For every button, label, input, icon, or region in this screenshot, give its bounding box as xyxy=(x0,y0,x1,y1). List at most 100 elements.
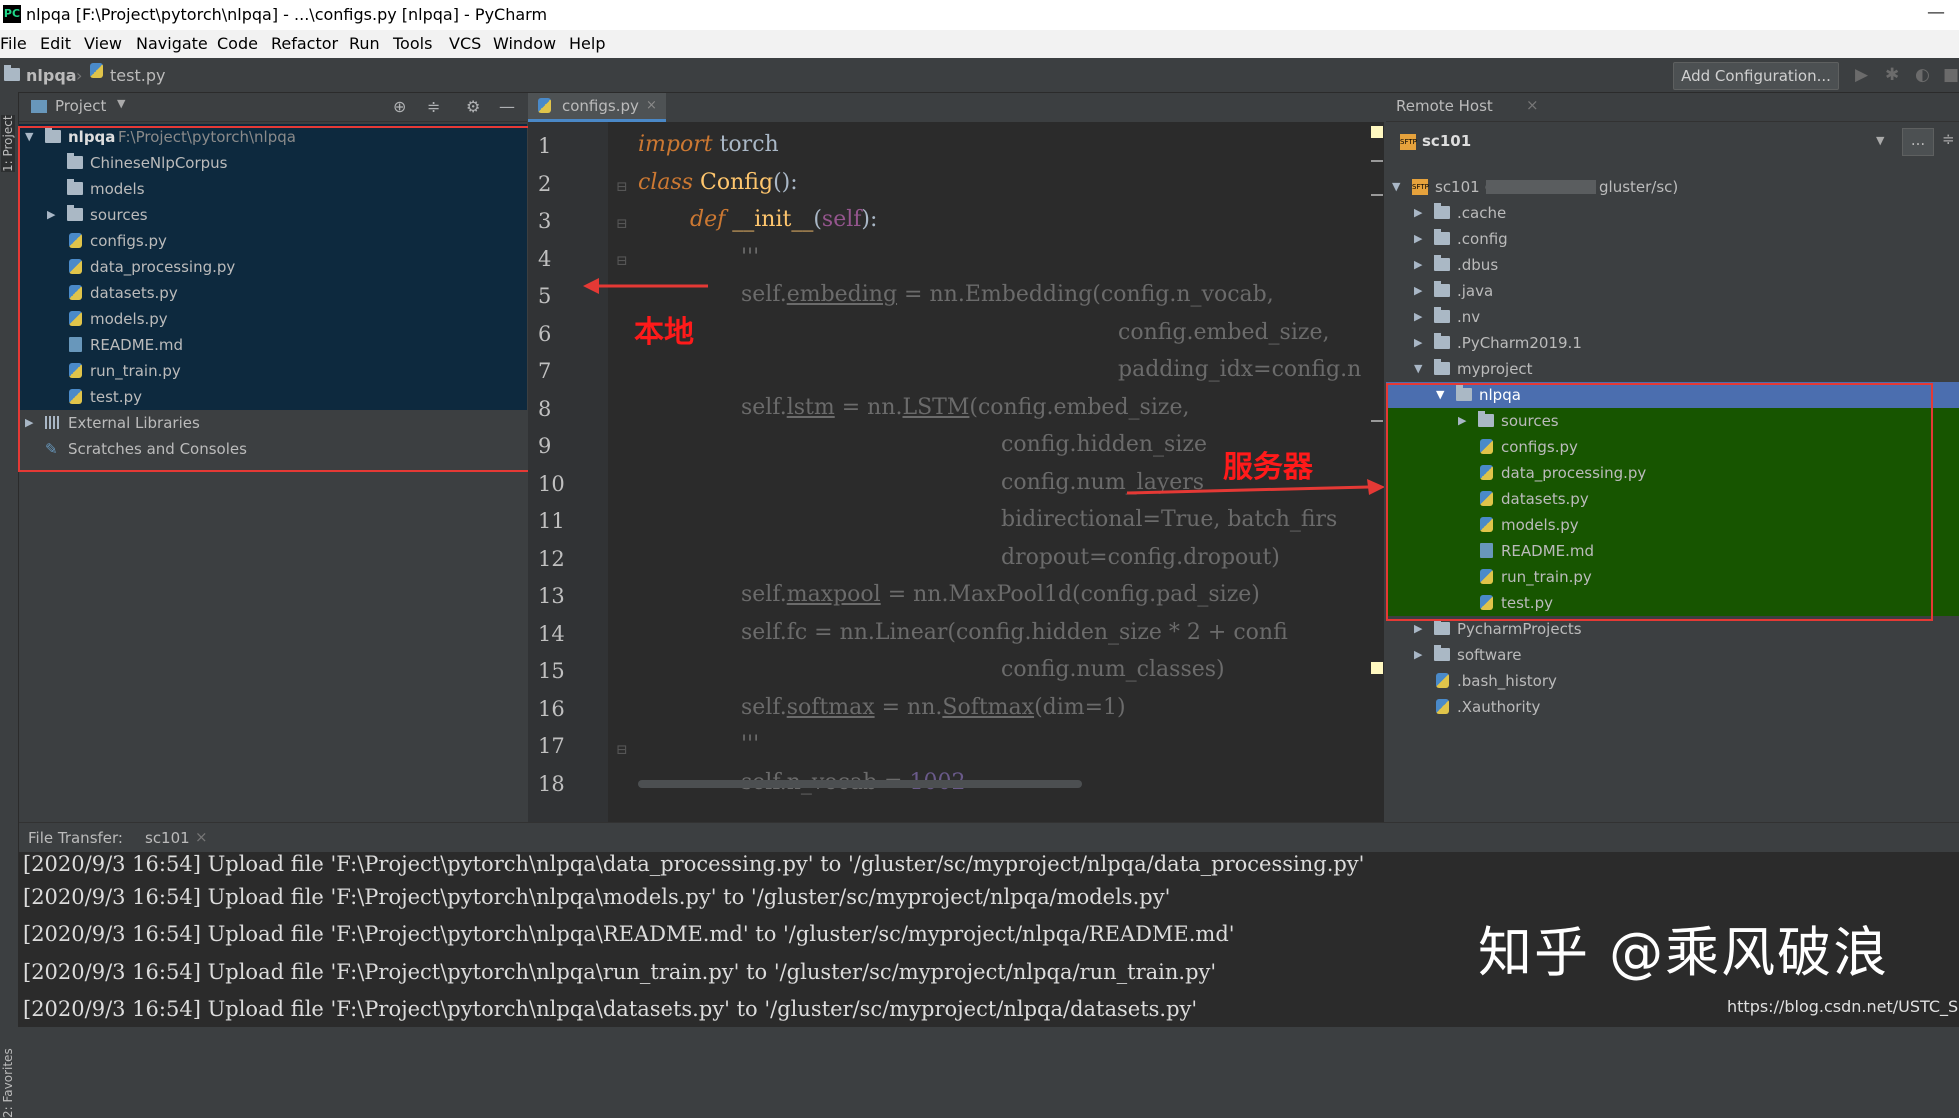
editor-tabs: configs.py × xyxy=(528,93,1384,123)
server-select[interactable]: sc101 xyxy=(1422,132,1471,150)
tab-configs-py[interactable]: configs.py × xyxy=(528,93,666,122)
server-highlight-box xyxy=(1386,383,1933,621)
chevron-right-icon[interactable]: ▶ xyxy=(1414,304,1422,330)
debug-icon[interactable]: ✱ xyxy=(1885,65,1899,85)
line-number: 3 xyxy=(538,209,552,233)
remote-tree-item[interactable]: ▶ .nv xyxy=(1386,304,1959,330)
code-line-15: config.num_classes) xyxy=(1001,657,1225,682)
locate-icon[interactable]: ⊕ xyxy=(393,97,406,116)
fold-icon[interactable]: ⊟ xyxy=(616,216,628,232)
folder-icon xyxy=(1434,359,1450,375)
line-number: 12 xyxy=(538,547,565,571)
horizontal-scrollbar[interactable] xyxy=(638,780,1082,788)
project-view-label[interactable]: Project xyxy=(55,97,106,115)
chevron-right-icon[interactable]: ▶ xyxy=(1414,330,1422,356)
stop-icon[interactable]: ■ xyxy=(1943,65,1959,85)
remote-tree-item[interactable]: ▶ .java xyxy=(1386,278,1959,304)
fold-icon[interactable]: ⊟ xyxy=(616,253,628,269)
chevron-down-icon[interactable]: ▼ xyxy=(1876,134,1884,147)
tree-item-label: myproject xyxy=(1457,360,1533,378)
line-number: 18 xyxy=(538,772,565,796)
menu-tools[interactable]: Tools xyxy=(393,34,432,53)
chevron-right-icon[interactable]: ▶ xyxy=(1414,226,1422,252)
tab-sc101[interactable]: sc101 xyxy=(145,829,190,847)
tree-item-label: .dbus xyxy=(1457,256,1499,274)
remote-root[interactable]: ▼ SFTP sc101 ( gluster/sc) xyxy=(1386,174,1959,200)
remote-tree-item[interactable]: .Xauthority xyxy=(1386,694,1959,720)
scroll-marker-icon xyxy=(1371,420,1383,422)
remote-tree-item[interactable]: ▼ myproject xyxy=(1386,356,1959,382)
add-configuration-button[interactable]: Add Configuration... xyxy=(1673,62,1839,90)
collapse-all-icon[interactable]: ≑ xyxy=(427,97,440,116)
menu-code[interactable]: Code xyxy=(217,34,258,53)
title-bar: PC nlpqa [F:\Project\pytorch\nlpqa] - ..… xyxy=(0,0,1959,30)
file-icon xyxy=(1436,673,1449,688)
fold-icon[interactable]: ⊟ xyxy=(616,179,628,195)
file-icon xyxy=(1436,699,1449,714)
log-line: [2020/9/3 16:54] Upload file 'F:\Project… xyxy=(23,960,1217,984)
folder-icon xyxy=(1434,203,1450,219)
menu-help[interactable]: Help xyxy=(569,34,605,53)
line-number: 15 xyxy=(538,659,565,683)
menu-view[interactable]: View xyxy=(84,34,122,53)
menu-edit[interactable]: Edit xyxy=(40,34,71,53)
line-number: 7 xyxy=(538,359,552,383)
annotation-local: 本地 xyxy=(634,315,694,350)
favorites-tool-tab[interactable]: 2: Favorites xyxy=(1,1048,15,1118)
remote-tree-item[interactable]: ▶ software xyxy=(1386,642,1959,668)
menu-refactor[interactable]: Refactor xyxy=(271,34,338,53)
folder-icon xyxy=(1434,307,1450,323)
local-highlight-box xyxy=(18,126,541,472)
close-icon[interactable]: × xyxy=(1526,96,1539,114)
hide-panel-icon[interactable]: — xyxy=(499,97,515,116)
menu-navigate[interactable]: Navigate xyxy=(136,34,208,53)
chevron-right-icon[interactable]: ▶ xyxy=(1414,642,1422,668)
minimize-button[interactable]: — xyxy=(1927,2,1945,23)
menu-vcs[interactable]: VCS xyxy=(449,34,481,53)
redacted-host-mask xyxy=(1486,180,1596,194)
remote-tree-item[interactable]: .bash_history xyxy=(1386,668,1959,694)
menu-bar: File Edit View Navigate Code Refactor Ru… xyxy=(0,30,1959,58)
source-url: https://blog.csdn.net/USTC_SC xyxy=(1727,997,1959,1016)
line-number: 13 xyxy=(538,584,565,608)
chevron-right-icon[interactable]: ▶ xyxy=(1414,200,1422,226)
line-number: 4 xyxy=(538,247,552,271)
line-number: 10 xyxy=(538,472,565,496)
remote-tree-item[interactable]: ▶ .PyCharm2019.1 xyxy=(1386,330,1959,356)
chevron-down-icon[interactable]: ▼ xyxy=(1414,356,1422,382)
breadcrumb-project[interactable]: nlpqa xyxy=(26,66,77,85)
chevron-right-icon[interactable]: ▶ xyxy=(1414,252,1422,278)
folder-icon xyxy=(1434,255,1450,271)
breadcrumb-file[interactable]: test.py xyxy=(110,66,165,85)
close-icon[interactable]: × xyxy=(646,93,657,119)
close-icon[interactable]: × xyxy=(195,828,208,846)
remote-host-tab-label[interactable]: Remote Host xyxy=(1396,97,1493,115)
remote-root-label: sc101 ( xyxy=(1435,178,1491,196)
chevron-down-icon[interactable]: ▼ xyxy=(117,97,125,110)
chevron-down-icon[interactable]: ▼ xyxy=(1392,174,1400,200)
project-tool-tab[interactable]: 1: Project xyxy=(1,115,15,172)
gear-icon[interactable]: ⚙ xyxy=(466,97,480,116)
remote-tree-item[interactable]: ▶ .cache xyxy=(1386,200,1959,226)
inspection-status-icon[interactable] xyxy=(1371,126,1383,138)
remote-host-header: Remote Host × xyxy=(1386,93,1959,122)
breadcrumb-separator-icon: › xyxy=(76,66,83,85)
tree-item-label: .Xauthority xyxy=(1457,698,1541,716)
menu-run[interactable]: Run xyxy=(349,34,380,53)
chevron-right-icon[interactable]: ▶ xyxy=(1414,278,1422,304)
coverage-icon[interactable]: ◐ xyxy=(1915,65,1930,85)
remote-tree-item[interactable]: ▶ .dbus xyxy=(1386,252,1959,278)
collapse-icon[interactable]: ≑ xyxy=(1942,130,1955,148)
browse-button[interactable]: ... xyxy=(1902,128,1934,156)
run-icon[interactable]: ▶ xyxy=(1855,65,1868,85)
sftp-icon: SFTP xyxy=(1400,134,1417,150)
fold-icon[interactable]: ⊟ xyxy=(616,742,628,758)
code-editor[interactable]: 1 2 3 4 5 6 7 8 9 10 11 12 13 14 15 16 1… xyxy=(528,122,1384,822)
menu-window[interactable]: Window xyxy=(493,34,556,53)
folder-icon xyxy=(1434,645,1450,661)
project-view-icon xyxy=(31,100,47,113)
menu-file[interactable]: File xyxy=(0,34,27,53)
remote-tree-item[interactable]: ▶ .config xyxy=(1386,226,1959,252)
folder-icon xyxy=(4,65,20,81)
tree-item-label: .nv xyxy=(1457,308,1481,326)
